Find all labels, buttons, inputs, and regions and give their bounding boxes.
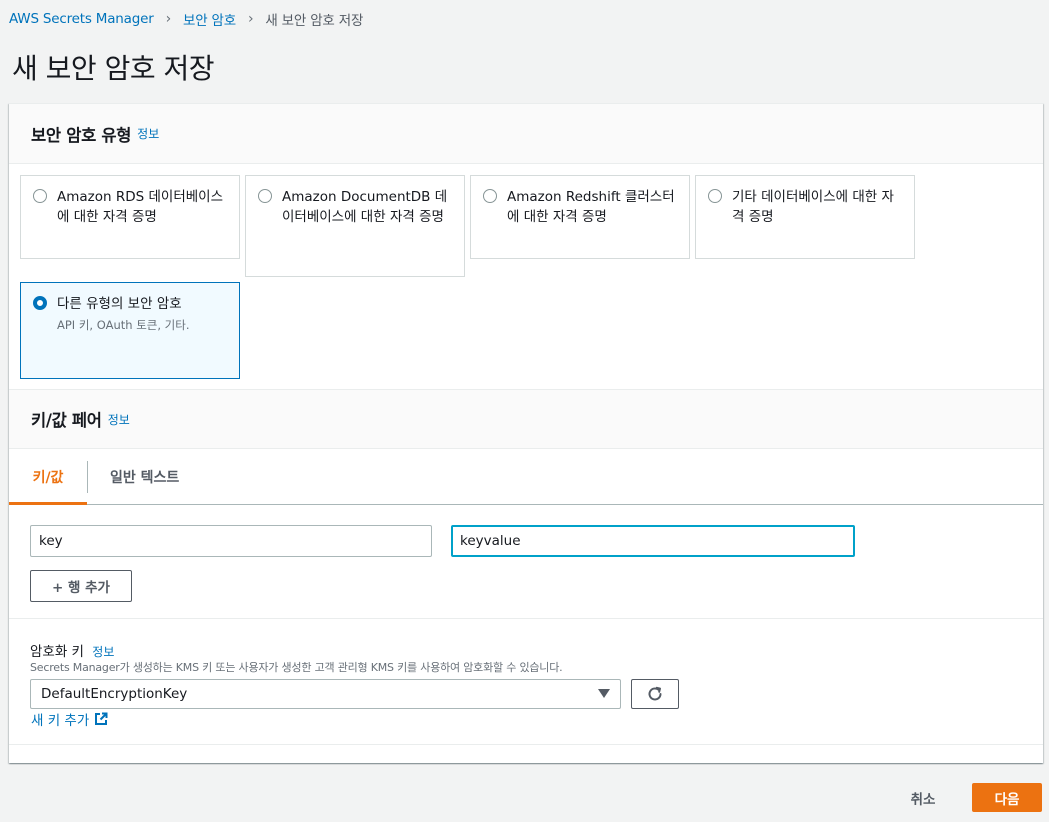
- refresh-button[interactable]: [631, 679, 679, 709]
- chevron-right-icon: ›: [165, 11, 172, 27]
- add-new-key-link[interactable]: 새 키 추가: [31, 709, 108, 729]
- encryption-key-selected-value: DefaultEncryptionKey: [41, 686, 188, 702]
- encryption-key-select[interactable]: DefaultEncryptionKey: [30, 679, 621, 709]
- kv-pairs-title: 키/값 페어: [31, 411, 102, 430]
- encryption-key-label-text: 암호화 키: [30, 644, 84, 660]
- tab-plaintext[interactable]: 일반 텍스트: [88, 449, 201, 504]
- option-label: Amazon Redshift 클러스터에 대한 자격 증명: [507, 189, 675, 225]
- radio-button[interactable]: [258, 189, 272, 203]
- value-input[interactable]: [451, 525, 855, 557]
- radio-button[interactable]: [483, 189, 497, 203]
- chevron-right-icon: ›: [247, 11, 254, 27]
- option-label: 다른 유형의 보안 암호: [57, 296, 182, 312]
- next-button[interactable]: 다음: [972, 783, 1042, 812]
- secret-type-option-other[interactable]: 다른 유형의 보안 암호 API 키, OAuth 토큰, 기타.: [20, 282, 240, 379]
- radio-button[interactable]: [33, 189, 47, 203]
- secret-form-panel: 보안 암호 유형 정보 Amazon RDS 데이터베이스에 대한 자격 증명 …: [9, 103, 1043, 763]
- kv-tabs: 키/값 일반 텍스트: [9, 449, 1043, 505]
- secret-type-option-other-db[interactable]: 기타 데이터베이스에 대한 자격 증명: [695, 175, 915, 259]
- radio-button[interactable]: [708, 189, 722, 203]
- secret-type-info-link[interactable]: 정보: [137, 125, 159, 142]
- page-title: 새 보안 암호 저장: [12, 52, 215, 85]
- external-link-icon: [95, 712, 108, 725]
- breadcrumb: AWS Secrets Manager › 보안 암호 › 새 보안 암호 저장: [9, 9, 363, 29]
- secret-type-title: 보안 암호 유형: [31, 125, 132, 145]
- add-new-key-label: 새 키 추가: [31, 713, 90, 729]
- add-row-button[interactable]: + 행 추가: [30, 570, 132, 602]
- section-divider: [9, 618, 1043, 619]
- secret-type-header: 보안 암호 유형 정보: [9, 104, 1043, 164]
- tab-key-value[interactable]: 키/값: [9, 449, 87, 505]
- kv-pairs-header: 키/값 페어 정보: [9, 389, 1043, 449]
- cancel-button[interactable]: 취소: [898, 785, 948, 811]
- refresh-icon: [648, 686, 662, 701]
- secret-type-option-rds[interactable]: Amazon RDS 데이터베이스에 대한 자격 증명: [20, 175, 240, 259]
- radio-button-selected[interactable]: [33, 296, 47, 310]
- kv-pairs-info-link[interactable]: 정보: [108, 411, 130, 428]
- option-label: Amazon DocumentDB 데이터베이스에 대한 자격 증명: [282, 189, 448, 225]
- secret-type-option-documentdb[interactable]: Amazon DocumentDB 데이터베이스에 대한 자격 증명: [245, 175, 465, 277]
- breadcrumb-current: 새 보안 암호 저장: [265, 13, 364, 29]
- encryption-info-link[interactable]: 정보: [92, 645, 114, 659]
- key-input[interactable]: [30, 525, 432, 557]
- option-label: Amazon RDS 데이터베이스에 대한 자격 증명: [57, 189, 224, 225]
- breadcrumb-secrets-manager[interactable]: AWS Secrets Manager: [9, 11, 154, 27]
- breadcrumb-secrets[interactable]: 보안 암호: [183, 9, 236, 29]
- encryption-key-description: Secrets Manager가 생성하는 KMS 키 또는 사용자가 생성한 …: [30, 661, 563, 674]
- encryption-key-label: 암호화 키 정보: [30, 640, 114, 660]
- option-description: API 키, OAuth 토큰, 기타.: [57, 318, 190, 332]
- section-divider: [9, 744, 1043, 745]
- secret-type-option-redshift[interactable]: Amazon Redshift 클러스터에 대한 자격 증명: [470, 175, 690, 259]
- caret-down-icon: [598, 689, 610, 698]
- option-label: 기타 데이터베이스에 대한 자격 증명: [732, 189, 894, 225]
